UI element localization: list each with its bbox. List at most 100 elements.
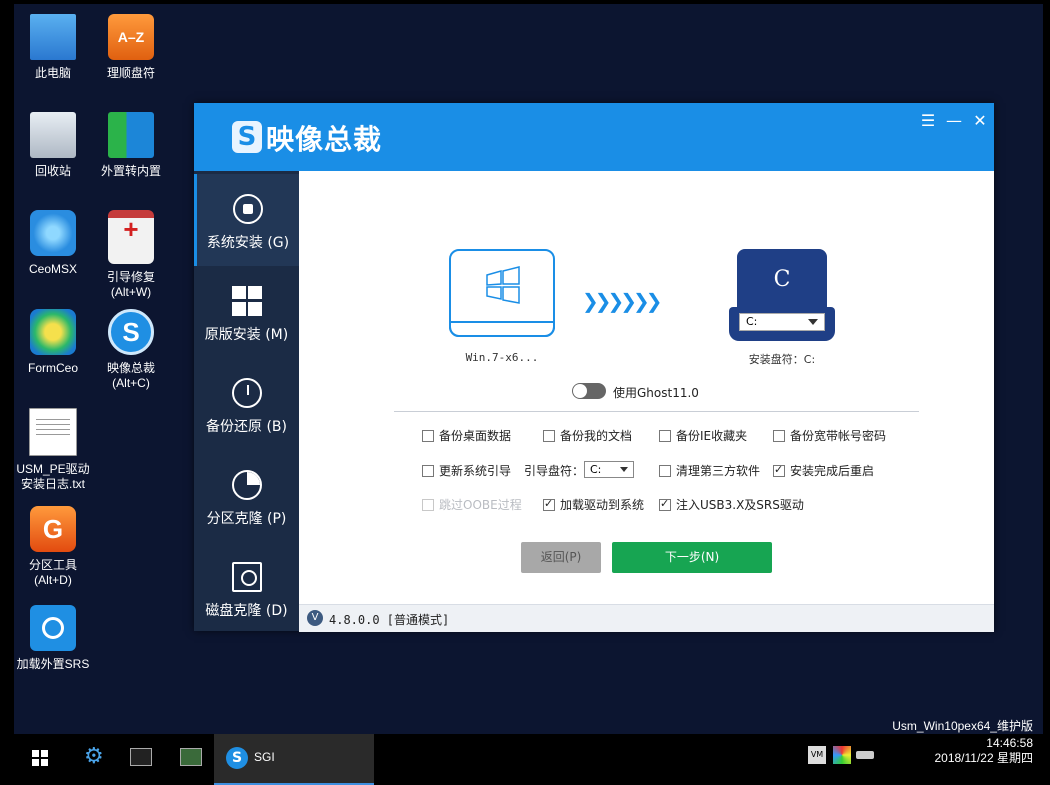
direction-arrows-icon: ❯❯❯❯❯❯ xyxy=(582,289,663,313)
target-drive-icon: C xyxy=(737,249,827,309)
option-label: 注入USB3.X及SRS驱动 xyxy=(676,498,804,512)
sidebar-item-label: 原版安装 (M) xyxy=(204,327,289,343)
desktop-icon-boot-repair[interactable]: 引导修复 (Alt+W) xyxy=(92,210,170,300)
option-label: 清理第三方软件 xyxy=(676,464,761,478)
version-text: 4.8.0.0 [普通模式] xyxy=(329,613,450,627)
checkbox-checked[interactable] xyxy=(543,497,555,511)
taskbar-app-sgi[interactable]: S SGI xyxy=(214,734,374,785)
desktop-icon-label: 回收站 xyxy=(34,164,71,178)
desktop-icon-label: 映像总裁 (Alt+C) xyxy=(106,361,155,390)
ghost-toggle-label: 使用Ghost11.0 xyxy=(613,386,699,400)
app-window: S 映像总裁 ☰ — ✕ 系统安装 (G) 原版安装 (M) 备份还原 (B) … xyxy=(194,103,994,632)
sidebar-item-backup-restore[interactable]: 备份还原 (B) xyxy=(194,358,299,450)
sidebar-item-partition-clone[interactable]: 分区克隆 (P) xyxy=(194,450,299,542)
sidebar-item-disk-clone[interactable]: 磁盘克隆 (D) xyxy=(194,542,299,634)
desktop-icon-label: 加载外置SRS xyxy=(16,657,90,671)
close-button[interactable]: ✕ xyxy=(970,111,990,131)
checkbox[interactable] xyxy=(773,430,785,442)
ghost-toggle[interactable] xyxy=(572,383,606,399)
sidebar-item-system-install[interactable]: 系统安装 (G) xyxy=(194,174,299,266)
app-logo-icon: S xyxy=(232,121,262,153)
sidebar-item-label: 分区克隆 (P) xyxy=(206,511,287,527)
checkbox[interactable] xyxy=(543,430,555,442)
sidebar-item-label: 磁盘克隆 (D) xyxy=(205,603,288,619)
option-label: 备份桌面数据 xyxy=(439,429,512,443)
desktop-icon-ceomsx[interactable]: CeoMSX xyxy=(14,210,92,277)
vm-tray-icon[interactable]: VM xyxy=(808,746,826,764)
option-backup-broadband[interactable]: 备份宽带帐号密码 xyxy=(773,427,886,444)
next-button[interactable]: 下一步(N) xyxy=(612,542,772,573)
checkbox[interactable] xyxy=(659,465,671,477)
title-bar[interactable]: S 映像总裁 ☰ — ✕ xyxy=(194,103,994,171)
desktop-icon-label: CeoMSX xyxy=(28,262,78,276)
checkbox-checked[interactable] xyxy=(659,497,671,511)
desktop-icon-label: 引导修复 (Alt+W) xyxy=(106,270,155,299)
divider xyxy=(394,411,919,412)
restore-clock-icon xyxy=(231,378,262,408)
boot-drive-select[interactable]: C: xyxy=(584,461,634,478)
option-update-boot[interactable]: 更新系统引导 xyxy=(422,462,511,479)
computer-icon xyxy=(30,14,76,60)
pie-icon xyxy=(231,470,262,500)
back-button[interactable]: 返回(P) xyxy=(521,542,601,573)
sidebar-item-original-install[interactable]: 原版安装 (M) xyxy=(194,266,299,358)
windows-logo-icon xyxy=(486,266,520,304)
menu-icon[interactable]: ☰ xyxy=(918,111,938,131)
desktop-icon-formceo[interactable]: FormCeo xyxy=(14,309,92,376)
sgi-logo-icon: S xyxy=(108,309,154,355)
option-backup-desktop[interactable]: 备份桌面数据 xyxy=(422,427,511,444)
option-backup-documents[interactable]: 备份我的文档 xyxy=(543,427,632,444)
os-edition-label: Usm_Win10pex64_维护版 xyxy=(892,719,1033,733)
first-aid-icon xyxy=(108,210,154,264)
desktop-icon-sgi[interactable]: S 映像总裁 (Alt+C) xyxy=(92,309,170,391)
sidebar-item-label: 备份还原 (B) xyxy=(206,419,287,435)
option-inject-usb3[interactable]: 注入USB3.X及SRS驱动 xyxy=(659,496,804,513)
minimize-button[interactable]: — xyxy=(944,111,964,131)
desktop-icon-driver-log[interactable]: USM_PE驱动 安装日志.txt xyxy=(14,408,92,492)
option-skip-oobe: 跳过OOBE过程 xyxy=(422,496,522,513)
option-label: 加载驱动到系统 xyxy=(560,498,645,512)
checkbox[interactable] xyxy=(422,430,434,442)
clock-date: 2018/11/22 星期四 xyxy=(934,751,1033,765)
option-restart-after-install[interactable]: 安装完成后重启 xyxy=(773,462,874,479)
desktop-icon-label: 外置转内置 xyxy=(100,164,161,178)
desktop-icon-external-to-internal[interactable]: 外置转内置 xyxy=(92,112,170,179)
drive-transfer-icon xyxy=(108,112,154,158)
option-label: 更新系统引导 xyxy=(439,464,512,478)
network-manager-icon[interactable] xyxy=(178,742,218,776)
source-image-button[interactable] xyxy=(449,249,555,337)
srs-driver-icon xyxy=(30,605,76,651)
clock[interactable]: 14:46:58 2018/11/22 星期四 xyxy=(934,736,1033,766)
desktop-icon-this-pc[interactable]: 此电脑 xyxy=(14,14,92,81)
option-clean-third-party[interactable]: 清理第三方软件 xyxy=(659,462,760,479)
source-image-label: Win.7-x6... xyxy=(465,351,539,364)
option-backup-ie-favorites[interactable]: 备份IE收藏夹 xyxy=(659,427,747,444)
desktop-icon-load-srs[interactable]: 加载外置SRS xyxy=(14,605,92,672)
desktop-icon-partition-tool[interactable]: G 分区工具 (Alt+D) xyxy=(14,506,92,588)
desktop-icon-label: 理顺盘符 xyxy=(106,66,155,80)
checkbox[interactable] xyxy=(659,430,671,442)
sgi-logo-icon: S xyxy=(226,747,248,769)
start-button[interactable] xyxy=(28,742,68,776)
recycle-bin-icon xyxy=(30,112,76,158)
az-sort-icon: A–Z xyxy=(108,14,154,60)
taskbar: S SGI VM 14:46:58 2018/11/22 星期四 xyxy=(0,734,1050,785)
option-label: 备份宽带帐号密码 xyxy=(790,429,887,443)
checkbox[interactable] xyxy=(422,465,434,477)
settings-gears-icon[interactable] xyxy=(80,742,120,776)
display-tray-icon[interactable] xyxy=(833,746,851,764)
target-drive-label: 安装盘符：C: xyxy=(748,353,816,366)
diskgenius-icon: G xyxy=(30,506,76,552)
sidebar: 系统安装 (G) 原版安装 (M) 备份还原 (B) 分区克隆 (P) 磁盘克隆… xyxy=(194,171,299,631)
drive-tray-icon[interactable] xyxy=(856,751,874,759)
target-drive: C C: xyxy=(729,249,835,341)
desktop-icon-label: 分区工具 (Alt+D) xyxy=(28,558,77,587)
desktop-icon-recycle-bin[interactable]: 回收站 xyxy=(14,112,92,179)
version-icon: V xyxy=(307,610,323,626)
option-load-drivers[interactable]: 加载驱动到系统 xyxy=(543,496,644,513)
command-prompt-icon[interactable] xyxy=(128,742,168,776)
install-panel: Win.7-x6... ❯❯❯❯❯❯ C C: 安装盘符：C: 使用Ghost1… xyxy=(299,171,994,604)
target-drive-select[interactable]: C: xyxy=(739,313,825,331)
checkbox-checked[interactable] xyxy=(773,463,785,477)
desktop-icon-drive-letters[interactable]: A–Z 理顺盘符 xyxy=(92,14,170,81)
